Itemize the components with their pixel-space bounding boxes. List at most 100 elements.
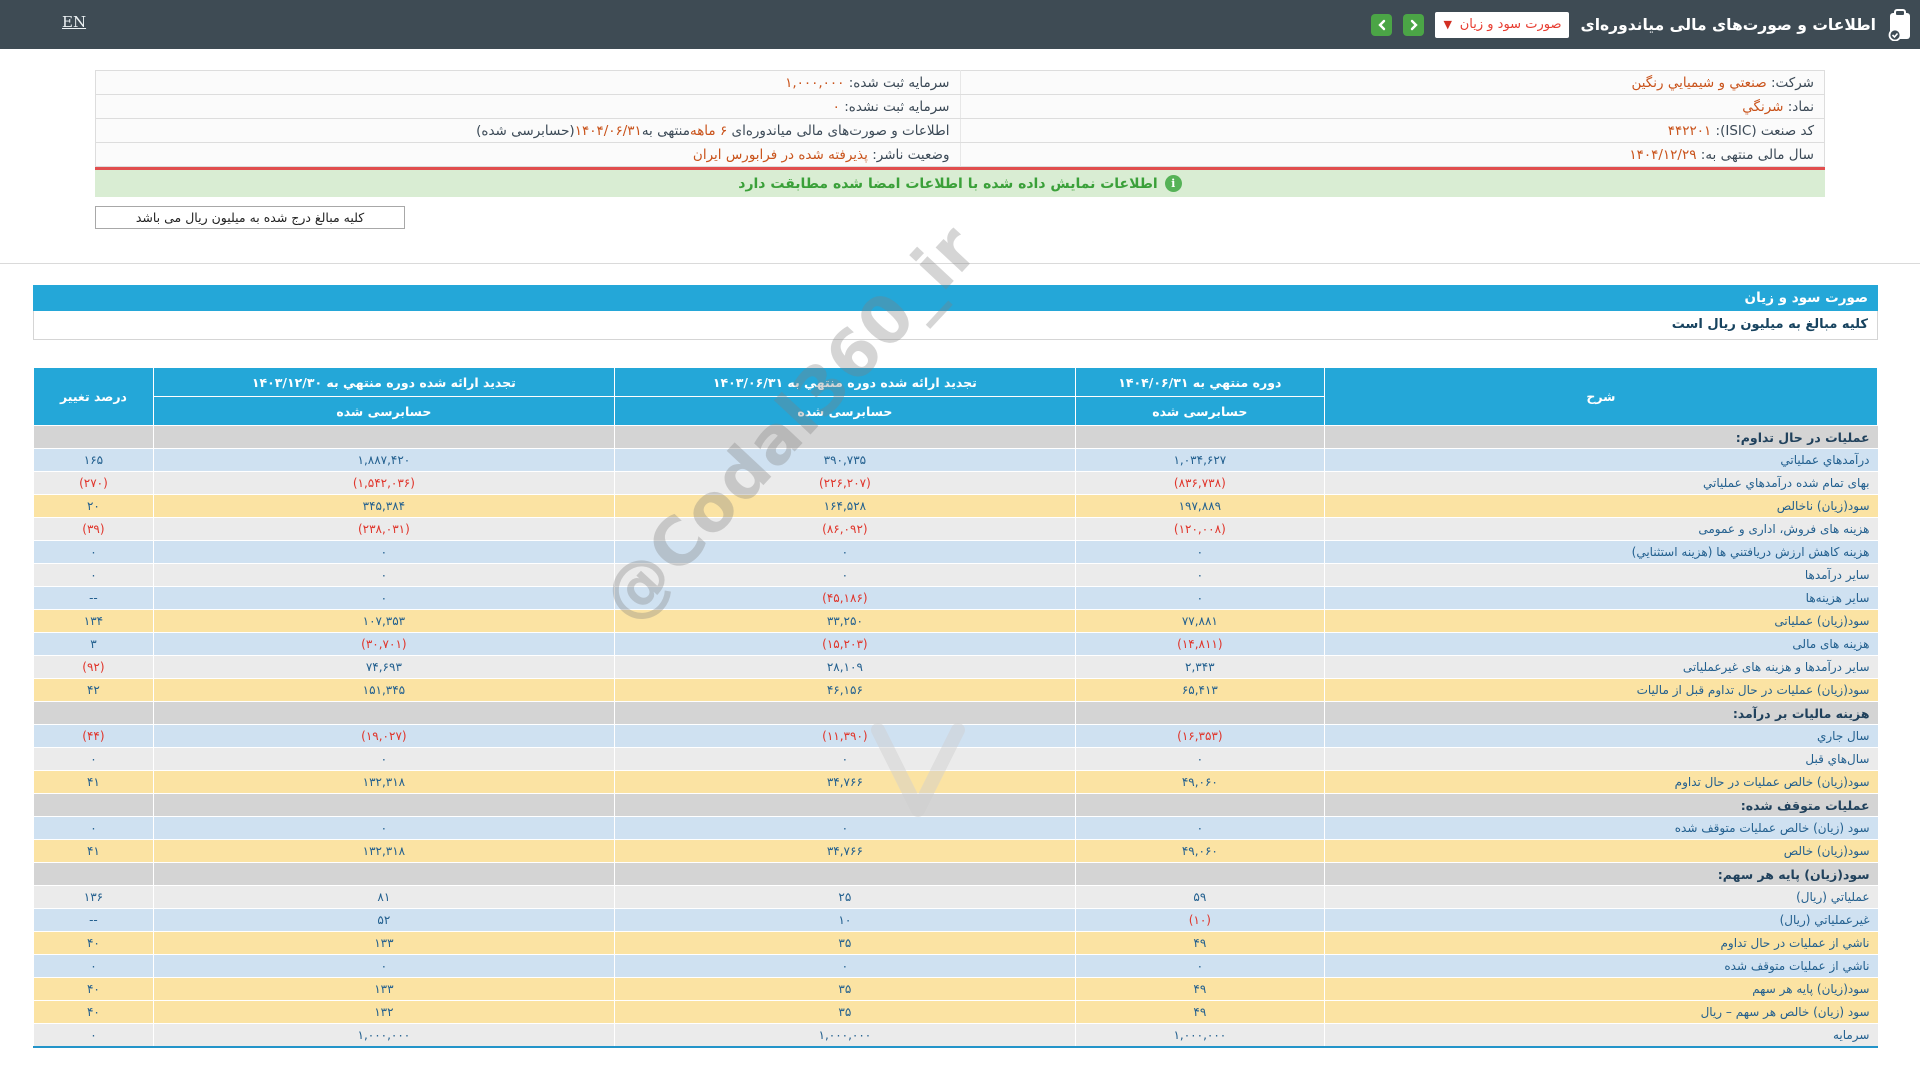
info-label: سال مالی منتهی به:	[1696, 147, 1814, 163]
cell-value: ۳۹۰,۷۳۵	[614, 449, 1075, 472]
statement-select-dropdown[interactable]: صورت سود و زیان ▼	[1435, 12, 1569, 38]
cell-value: ۱۶۵	[34, 449, 154, 472]
table-row: ناشي از عملیات در حال تداوم۴۹۳۵۱۳۳۴۰	[34, 932, 1878, 955]
cell-value	[34, 702, 154, 725]
cell-value: ۳۳,۲۵۰	[614, 610, 1075, 633]
info-label: شرکت:	[1767, 75, 1814, 91]
row-label: ناشي از عملیات متوقف شده	[1324, 955, 1877, 978]
table-row: غیرعملیاتي (ریال)(۱۰)۱۰۵۲--	[34, 909, 1878, 932]
cell-value: ۴۹	[1075, 932, 1324, 955]
cell-value	[153, 863, 614, 886]
table-row: سود(زیان) پایه هر سهم۴۹۳۵۱۳۳۴۰	[34, 978, 1878, 1001]
col-header-current-period: دوره منتهي به ۱۴۰۴/۰۶/۳۱	[1075, 368, 1324, 397]
company-info-table: شرکت: صنعتي و شيميايي رنگين سرمایه ثبت شد…	[95, 70, 1825, 167]
cell-value: ۴۱	[34, 840, 154, 863]
cell-value: ۳۴,۷۶۶	[614, 771, 1075, 794]
cell-value: (۲۷۰)	[34, 472, 154, 495]
row-label: سود(زیان) خالص عملیات در حال تداوم	[1324, 771, 1877, 794]
table-row: سرمایه۱,۰۰۰,۰۰۰۱,۰۰۰,۰۰۰۱,۰۰۰,۰۰۰۰	[34, 1024, 1878, 1047]
page-title: اطلاعات و صورت‌های مالی میاندوره‌ای	[1580, 16, 1876, 34]
info-value: ۰	[833, 99, 840, 115]
info-value: پذیرفته شده در فرابورس ایران	[693, 147, 868, 163]
info-cell-left: اطلاعات و صورت‌های مالی میاندوره‌ای ۶ ما…	[96, 119, 961, 143]
section-row: هزینه مالیات بر درآمد:	[34, 702, 1878, 725]
info-label: وضعیت ناشر:	[868, 147, 950, 163]
cell-value: ۲۵	[614, 886, 1075, 909]
cell-value: ۱,۰۰۰,۰۰۰	[1075, 1024, 1324, 1047]
table-row: سود(زیان) عملیات در حال تداوم قبل از مال…	[34, 679, 1878, 702]
cell-value: ۱,۰۰۰,۰۰۰	[614, 1024, 1075, 1047]
info-row: سال مالی منتهی به: ۱۴۰۴/۱۲/۲۹وضعیت ناشر:…	[96, 143, 1825, 167]
row-label: هزینه مالیات بر درآمد:	[1324, 702, 1877, 725]
cell-value: ۰	[153, 587, 614, 610]
cell-value: (۹۲)	[34, 656, 154, 679]
spacer	[33, 340, 1878, 367]
table-row: سایر درآمدها۰۰۰۰	[34, 564, 1878, 587]
confirmation-text: اطلاعات نمایش داده شده با اطلاعات امضا ش…	[738, 176, 1157, 192]
section-divider	[0, 263, 1920, 264]
cell-value: (۳۰,۷۰۱)	[153, 633, 614, 656]
cell-value: ۱۳۳	[153, 932, 614, 955]
statement-unit-note: کلیه مبالغ به میلیون ریال است	[33, 311, 1878, 340]
cell-value: ۳۵	[614, 932, 1075, 955]
info-label: سرمایه ثبت شده:	[844, 75, 949, 91]
row-label: هزینه های مالی	[1324, 633, 1877, 656]
row-label: سود(زیان) خالص	[1324, 840, 1877, 863]
cell-value: ۰	[614, 817, 1075, 840]
table-row: درآمدهاي عملياتي۱,۰۳۴,۶۲۷۳۹۰,۷۳۵۱,۸۸۷,۴۲…	[34, 449, 1878, 472]
row-label: عملیاتي (ریال)	[1324, 886, 1877, 909]
cell-value: (۱۹,۰۲۷)	[153, 725, 614, 748]
table-row: سایر درآمدها و هزینه های غیرعملیاتی۲,۳۴۳…	[34, 656, 1878, 679]
cell-value: ۶۵,۴۱۳	[1075, 679, 1324, 702]
info-cell-left: سرمایه ثبت نشده: ۰	[96, 95, 961, 119]
income-statement-table: شرح دوره منتهي به ۱۴۰۴/۰۶/۳۱ تجدید ارائه…	[33, 367, 1878, 1048]
next-statement-button[interactable]	[1403, 14, 1424, 36]
col-header-percent-change: درصد تغییر	[34, 368, 154, 426]
statement-select-value: صورت سود و زیان	[1460, 17, 1562, 32]
cell-value: ۵۹	[1075, 886, 1324, 909]
cell-value: ۴۰	[34, 932, 154, 955]
language-switch-en[interactable]: EN	[62, 13, 86, 31]
info-row: شرکت: صنعتي و شيميايي رنگين سرمایه ثبت شد…	[96, 71, 1825, 95]
cell-value: (۱,۵۴۲,۰۳۶)	[153, 472, 614, 495]
cell-value: ۱۹۷,۸۸۹	[1075, 495, 1324, 518]
signature-confirmation-banner: i اطلاعات نمایش داده شده با اطلاعات امضا…	[95, 170, 1825, 197]
previous-statement-button[interactable]	[1371, 14, 1392, 36]
cell-value: ۰	[153, 541, 614, 564]
cell-value: ۰	[153, 817, 614, 840]
info-period-segment: ‌منتهی به‌	[642, 123, 690, 139]
cell-value: (۸۶,۰۹۲)	[614, 518, 1075, 541]
table-row: سود(زیان) عملیاتی۷۷,۸۸۱۳۳,۲۵۰۱۰۷,۳۵۳۱۳۴	[34, 610, 1878, 633]
cell-value: ۰	[34, 955, 154, 978]
table-row: سایر هزینه‌ها۰(۴۵,۱۸۶)۰--	[34, 587, 1878, 610]
cell-value: ۱,۰۰۰,۰۰۰	[153, 1024, 614, 1047]
cell-value: ۰	[1075, 587, 1324, 610]
cell-value: ۱,۸۸۷,۴۲۰	[153, 449, 614, 472]
table-row: هزینه های مالی(۱۴,۸۱۱)(۱۵,۲۰۳)(۳۰,۷۰۱)۳	[34, 633, 1878, 656]
cell-value	[614, 863, 1075, 886]
table-row: سود (زیان) خالص هر سهم – ریال۴۹۳۵۱۳۲۴۰	[34, 1001, 1878, 1024]
info-period-segment: ۶ ماهه	[690, 123, 727, 139]
cell-value: ۱۰۷,۳۵۳	[153, 610, 614, 633]
statement-title-bar: صورت سود و زیان	[33, 285, 1878, 311]
chevron-right-icon	[1409, 19, 1419, 31]
table-row: عملیاتي (ریال)۵۹۲۵۸۱۱۳۶	[34, 886, 1878, 909]
info-cell-left: سرمایه ثبت شده: ۱,۰۰۰,۰۰۰	[96, 71, 961, 95]
cell-value: ۰	[614, 955, 1075, 978]
cell-value: ۲۸,۱۰۹	[614, 656, 1075, 679]
cell-value: ۴۰	[34, 978, 154, 1001]
cell-value: ۷۷,۸۸۱	[1075, 610, 1324, 633]
cell-value: ۱۳۲	[153, 1001, 614, 1024]
table-row: هزینه های فروش، اداری و عمومی(۱۲۰,۰۰۸)(۸…	[34, 518, 1878, 541]
cell-value: ۱۳۴	[34, 610, 154, 633]
cell-value: ۰	[1075, 564, 1324, 587]
info-value: صنعتي و شيميايي رنگين	[1631, 75, 1766, 91]
cell-value	[34, 794, 154, 817]
info-label: کد صنعت (ISIC):	[1711, 123, 1814, 139]
cell-value	[1075, 794, 1324, 817]
subheader-audited-2: حسابرسی شده	[614, 397, 1075, 426]
cell-value: ۴۹,۰۶۰	[1075, 771, 1324, 794]
table-row: سال‌هاي قبل۰۰۰۰	[34, 748, 1878, 771]
cell-value	[153, 794, 614, 817]
row-label: سال جاري	[1324, 725, 1877, 748]
